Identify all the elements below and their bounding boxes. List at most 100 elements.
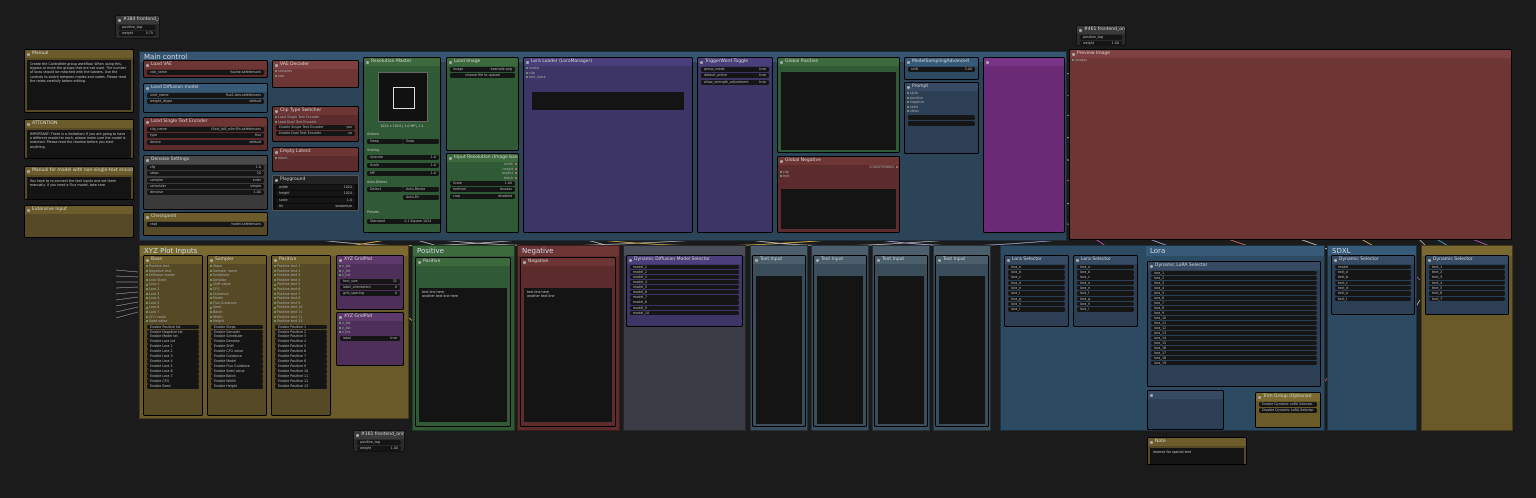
xyz-column-1-toggle-2[interactable]: Enable Scheduler [211,334,263,339]
lora-selector-1-row-6[interactable]: lora_g [1077,296,1134,301]
dynamic-model-row-0[interactable]: model_1 [630,264,739,270]
global-negative-node[interactable]: Global Negative CONDITIONING clip text [777,156,900,233]
xyz-column-2-toggle-11[interactable]: Enable Positive 12 [275,379,327,384]
lora-loader-text-area[interactable] [532,92,684,110]
xyz-column-0-toggle-6[interactable]: Enable Lora 3 [147,354,199,359]
dynamic-lora-row-18[interactable]: lora_19 [1151,360,1317,365]
xyz-column-2-toggle-1[interactable]: Enable Positive 2 [275,329,327,334]
load-image-upload-button[interactable]: choose file to upload [450,73,515,79]
xyz-column-0-toggle-0[interactable]: Enable Positive txt [147,324,199,329]
xyz-column-1-toggle-12[interactable]: Enable Height [211,384,263,389]
positive-node[interactable]: Positive text line here another text lin… [415,257,511,427]
denoise-row-5[interactable]: denoise 1.00 [147,189,264,195]
dynamic-lora-row-2[interactable]: lora_3 [1151,280,1317,285]
xyz-column-2-toggle-2[interactable]: Enable Positive 3 [275,334,327,339]
sdxl-node-0-row-5[interactable]: text_e [1335,291,1411,296]
lora-selector-0-row-0[interactable]: lora_a [1008,264,1065,270]
playground-row-4[interactable]: fix randomize [276,203,355,209]
sdxl-node-0-row-0[interactable]: model [1335,264,1411,270]
note-node-text[interactable]: reserve for special text [1150,448,1244,464]
xyz-column-0-toggle-12[interactable]: Enable Seed [147,384,199,389]
load-vae-select[interactable]: vae_name flux/ae.safetensors [147,70,264,76]
xyz-column-1-toggle-0[interactable]: Enable Steps [211,324,263,329]
load-diffusion-node[interactable]: Load Diffusion model unet_name flux1-dev.… [143,83,268,113]
denoise-row-3[interactable]: sampler euler [147,177,264,183]
xyz-gridplot-font[interactable]: font_size 32 [340,278,400,284]
trigger-word-node[interactable]: TriggerWord Toggle group_mode true defaul… [697,57,773,233]
clip-device-select[interactable]: device default [147,139,264,145]
lora-selector-1-row-2[interactable]: lora_c [1077,275,1134,280]
dynamic-lora-row-6[interactable]: lora_7 [1151,300,1317,305]
dynamic-lora-row-12[interactable]: lora_13 [1151,330,1317,335]
text-input-node-2[interactable]: Text Input [874,255,928,427]
manual-encoder-note[interactable]: Manual for model with non-single-text en… [24,166,134,200]
note-node[interactable]: Note reserve for special text [1147,437,1247,465]
xyz-column-0-input-12[interactable]: Seed value [144,319,202,324]
xyz-column-0-toggle-9[interactable]: Enable Lora 6 [147,369,199,374]
input-resolution-node[interactable]: Input Resolution (Image based) width hei… [446,153,519,233]
empty-latent-node[interactable]: Empty Latent latent [272,147,359,172]
lora-small-box[interactable] [1147,390,1224,430]
snap-button[interactable]: Snap [403,139,439,145]
lora-selector-1[interactable]: Lora Selector lora_a lora_b lora_c lora_d lor… [1073,255,1138,327]
checkpoint-select[interactable]: ckpt model.safetensors [147,222,264,228]
text-input-node-3[interactable]: Text Input [935,255,989,427]
extensive-input-note[interactable]: Extensive input [24,205,134,238]
global-positive-node[interactable]: Global Positive [777,57,900,153]
text-input-area-0[interactable] [756,276,802,424]
dynamic-lora-row-5[interactable]: lora_6 [1151,295,1317,300]
clip-sw-enable-single[interactable]: Enable Single Text Encoder yes [276,125,355,131]
clip-sw-dual[interactable]: Load Dual Text Encoder [273,120,358,125]
top-mini-node-1[interactable]: #384 frontend_only positive_tag weight0.… [115,15,160,39]
xyz-gridplot-2-z[interactable]: z_list [337,330,403,335]
xyz-column-2-input-12[interactable]: Positive text 13 [272,319,330,324]
playground-node[interactable]: Playground width 1024 height 1024 scale 1.0… [272,175,359,211]
trigger-allow-strength[interactable]: allow_strength_adjustment true [701,79,769,85]
scale-slider-3[interactable]: MP 1.0 [367,171,439,177]
resolution-canvas[interactable] [378,72,428,122]
dynamic-lora-row-10[interactable]: lora_11 [1151,320,1317,325]
denoise-settings-node[interactable]: Denoise Settings cfg 1.0 steps 20 sampler e… [143,155,268,210]
dynamic-lora-row-4[interactable]: lora_5 [1151,290,1317,295]
clip-sw-enable-dual[interactable]: Enable Dual Text Encoder no [276,131,355,137]
text-input-node-1[interactable]: Text Input [813,255,867,427]
lora-loader-stack[interactable]: lora_stack [524,75,692,80]
lora-selector-0-row-5[interactable]: lora_f [1008,291,1065,296]
sdxl-node-0[interactable]: Dynamic Selector model text_a text_b text_c t… [1331,255,1415,315]
dynamic-lora-row-17[interactable]: lora_18 [1151,355,1317,360]
trim-enable-dynamic[interactable]: Enable Dynamic LoRA Selector [1259,402,1317,408]
lora-selector-1-row-0[interactable]: lora_a [1077,264,1134,270]
sdxl-node-1-row-3[interactable]: text_4 [1429,280,1505,286]
bottom-left-mini-row-1[interactable]: positive_tag [357,440,401,446]
dynamic-model-row-3[interactable]: model_4 [630,280,739,285]
clip-type-switcher-node[interactable]: Clip Type Switcher Load Single Text Enco… [272,106,359,142]
lora-selector-0-row-1[interactable]: lora_b [1008,270,1065,275]
xyz-column-1-toggle-6[interactable]: Enable Guidance [211,354,263,359]
xyz-column-2-toggle-10[interactable]: Enable Positive 11 [275,374,327,379]
trim-disable-dynamic[interactable]: Disable Dynamic LoRA Selector [1259,408,1317,414]
xyz-gridplot-2-label[interactable]: label true [340,335,400,341]
model-sampling-node[interactable]: ModelSamplingAdvanced shift 3.00 [904,57,979,80]
text-input-node-0[interactable]: Text Input [752,255,806,427]
xyz-gridplot-node[interactable]: XYZ GridPlot x_list y_list z_list font_s… [336,255,404,310]
trim-group-node[interactable]: Trim Group (Optional) Enable Dynamic LoR… [1255,392,1321,428]
detect-button[interactable]: Detect [367,187,403,193]
xyz-column-2-toggle-6[interactable]: Enable Positive 7 [275,354,327,359]
preset-category-select[interactable]: Standard [367,219,403,225]
xyz-gridplot-spacing[interactable]: grid_spacing 0 [340,291,400,297]
playground-row-1[interactable]: width 1024 [276,185,355,191]
xyz-column-1-toggle-3[interactable]: Enable Denoise [211,339,263,344]
denoise-row-2[interactable]: steps 20 [147,171,264,177]
sdxl-node-0-row-3[interactable]: text_c [1335,280,1411,286]
sdxl-node-0-row-1[interactable]: text_a [1335,270,1411,275]
xyz-column-0-toggle-11[interactable]: Enable CFG [147,379,199,384]
xyz-column-0-toggle-4[interactable]: Enable Lora 1 [147,344,199,349]
dynamic-lora-row-3[interactable]: lora_4 [1151,285,1317,290]
xyz-column-1-toggle-9[interactable]: Enable Seed value [211,369,263,374]
load-image-node[interactable]: Load Image image example.png choose file … [446,57,519,151]
swap-button[interactable]: Swap [367,139,403,145]
sdxl-node-1-row-2[interactable]: text_3 [1429,275,1505,280]
manual-note[interactable]: Manual Create the ControlNet group workf… [24,49,134,113]
xyz-column-0-toggle-5[interactable]: Enable Lora 2 [147,349,199,354]
xyz-column-2-toggle-8[interactable]: Enable Positive 9 [275,364,327,369]
